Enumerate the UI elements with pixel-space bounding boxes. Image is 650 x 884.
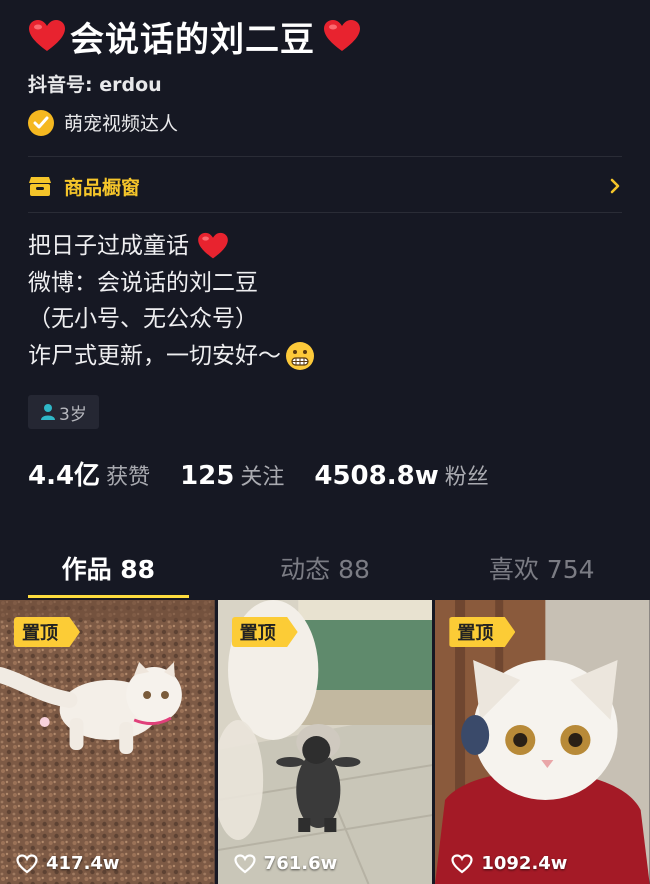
badge-label: 萌宠视频达人 bbox=[64, 113, 179, 135]
age-tag: 3岁 bbox=[28, 395, 99, 429]
person-icon bbox=[41, 404, 55, 420]
heart-outline-icon bbox=[451, 853, 473, 873]
likes-label: 获赞 bbox=[106, 465, 151, 490]
pinned-label: 置顶 bbox=[457, 623, 494, 644]
heart-icon bbox=[29, 20, 65, 51]
bio-line: 把日子过成童话 bbox=[28, 228, 315, 265]
heart-outline-icon bbox=[234, 853, 256, 873]
bio-line: 诈尸式更新，一切安好～ bbox=[28, 338, 315, 375]
account-id-row: 抖音号: erdou bbox=[28, 70, 622, 97]
tab-label: 作品 88 bbox=[61, 555, 156, 584]
pinned-badge: 置顶 bbox=[231, 617, 298, 647]
video-thumbnail[interactable]: 置顶 761.6w bbox=[217, 600, 433, 884]
stats-row: 4.4亿 获赞 125 关注 4508.8w 粉丝 bbox=[28, 455, 519, 492]
profile-name: 会说话的刘二豆 bbox=[70, 19, 315, 60]
heart-outline-icon bbox=[16, 853, 38, 873]
bio: 把日子过成童话 微博：会说话的刘二豆 （无小号、无公众号） 诈尸式更新，一切安好… bbox=[28, 228, 315, 374]
grimace-emoji-icon bbox=[286, 341, 314, 370]
tab-posts[interactable]: 动态 88 bbox=[217, 536, 434, 600]
video-thumbnail[interactable]: 置顶 417.4w bbox=[0, 600, 215, 884]
heart-icon bbox=[198, 233, 228, 259]
shop-window-button[interactable]: 商品橱窗 bbox=[28, 168, 622, 204]
following-count: 125 bbox=[180, 461, 235, 491]
bio-text: 微博：会说话的刘二豆 bbox=[28, 269, 258, 296]
shop-icon bbox=[29, 177, 51, 196]
bio-text: 把日子过成童话 bbox=[28, 233, 189, 259]
play-count: 761.6w bbox=[234, 853, 338, 874]
verified-check-icon bbox=[28, 109, 54, 136]
tab-works[interactable]: 作品 88 bbox=[0, 536, 217, 600]
shop-label: 商品橱窗 bbox=[64, 176, 141, 199]
divider bbox=[28, 156, 622, 157]
video-grid: 置顶 417.4w 置顶 761.6w 置顶 1092.4w bbox=[0, 600, 650, 884]
play-count-value: 1092.4w bbox=[481, 853, 568, 874]
content-tabs: 作品 88 动态 88 喜欢 754 bbox=[0, 536, 650, 600]
age-label: 3岁 bbox=[59, 404, 87, 425]
active-tab-indicator bbox=[28, 595, 189, 598]
bio-text: （无小号、无公众号） bbox=[28, 306, 258, 332]
followers-label: 粉丝 bbox=[444, 465, 489, 490]
heart-icon bbox=[324, 20, 360, 51]
pinned-badge: 置顶 bbox=[14, 617, 80, 647]
account-id: erdou bbox=[99, 74, 162, 96]
likes-count: 4.4亿 bbox=[28, 461, 101, 491]
pinned-badge: 置顶 bbox=[449, 617, 516, 647]
name-row: 会说话的刘二豆 bbox=[28, 12, 622, 60]
tab-likes[interactable]: 喜欢 754 bbox=[433, 536, 650, 600]
divider bbox=[28, 212, 622, 213]
verified-badge: 萌宠视频达人 bbox=[28, 109, 622, 136]
chevron-right-icon bbox=[610, 178, 620, 194]
play-count: 1092.4w bbox=[451, 853, 567, 874]
video-thumbnail[interactable]: 置顶 1092.4w bbox=[435, 600, 650, 884]
tab-label: 动态 88 bbox=[280, 555, 370, 584]
following-label: 关注 bbox=[240, 465, 285, 490]
bio-line: 微博：会说话的刘二豆 bbox=[28, 265, 315, 302]
play-count-value: 417.4w bbox=[46, 853, 120, 874]
play-count: 417.4w bbox=[16, 853, 120, 874]
pinned-label: 置顶 bbox=[239, 623, 276, 644]
profile-header: 会说话的刘二豆 抖音号: erdou 萌宠视频达人 bbox=[28, 12, 622, 136]
pinned-label: 置顶 bbox=[22, 623, 58, 644]
followers-count: 4508.8w bbox=[314, 461, 439, 491]
account-label: 抖音号: bbox=[28, 74, 100, 96]
tab-label: 喜欢 754 bbox=[488, 555, 595, 584]
likes-stat[interactable]: 4.4亿 获赞 bbox=[28, 455, 150, 492]
play-count-value: 761.6w bbox=[263, 853, 338, 874]
bio-text: 诈尸式更新，一切安好～ bbox=[28, 342, 281, 369]
following-stat[interactable]: 125 关注 bbox=[180, 459, 284, 491]
followers-stat[interactable]: 4508.8w 粉丝 bbox=[314, 459, 488, 491]
bio-line: （无小号、无公众号） bbox=[28, 301, 315, 338]
